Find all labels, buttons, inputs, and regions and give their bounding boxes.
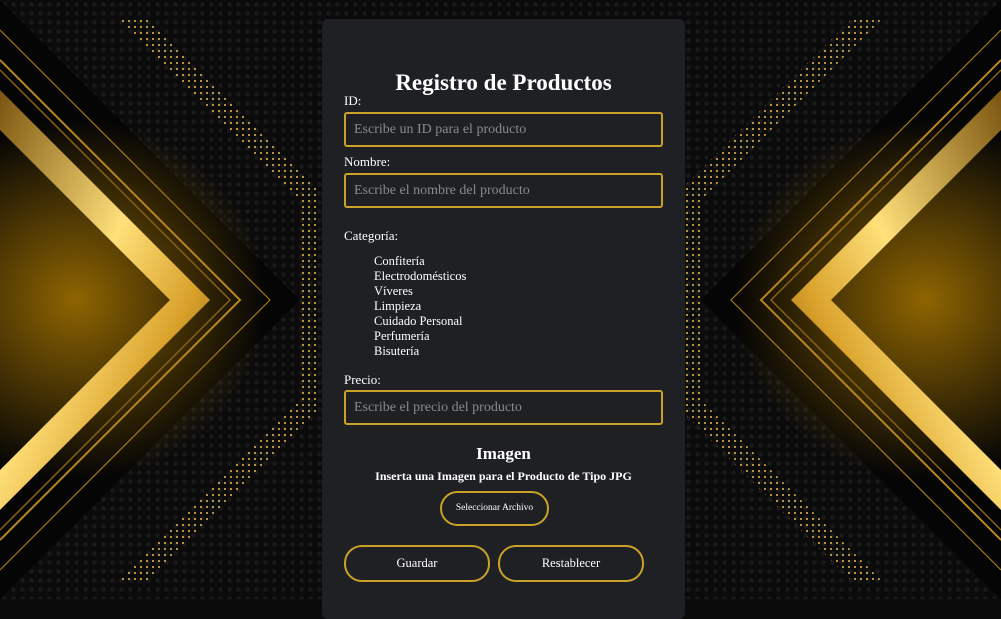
category-option[interactable]: Víveres bbox=[374, 284, 466, 299]
category-option[interactable]: Cuidado Personal bbox=[374, 314, 466, 329]
form-title: Registro de Productos bbox=[395, 70, 612, 95]
category-option[interactable]: Limpieza bbox=[374, 299, 466, 314]
category-option[interactable]: Electrodomésticos bbox=[374, 269, 466, 284]
category-option[interactable]: Bisutería bbox=[374, 344, 466, 359]
select-file-button[interactable]: Seleccionar Archivo bbox=[440, 491, 549, 526]
price-label: Precio: bbox=[344, 372, 381, 387]
category-list: Confitería Electrodomésticos Víveres Lim… bbox=[374, 254, 466, 359]
category-option[interactable]: Confitería bbox=[374, 254, 466, 269]
reset-button[interactable]: Restablecer bbox=[498, 545, 644, 582]
image-section-title: Imagen bbox=[476, 444, 531, 463]
category-label: Categoría: bbox=[344, 228, 399, 243]
save-button[interactable]: Guardar bbox=[344, 545, 490, 582]
product-form-card: Registro de Productos ID: Nombre: Catego… bbox=[322, 19, 685, 619]
id-label: ID: bbox=[344, 93, 362, 108]
category-option[interactable]: Perfumería bbox=[374, 329, 466, 344]
image-section-subtitle: Inserta una Imagen para el Producto de T… bbox=[375, 469, 632, 483]
name-input[interactable] bbox=[344, 173, 663, 208]
price-input[interactable] bbox=[344, 390, 663, 425]
id-input[interactable] bbox=[344, 112, 663, 147]
name-label: Nombre: bbox=[344, 154, 391, 169]
